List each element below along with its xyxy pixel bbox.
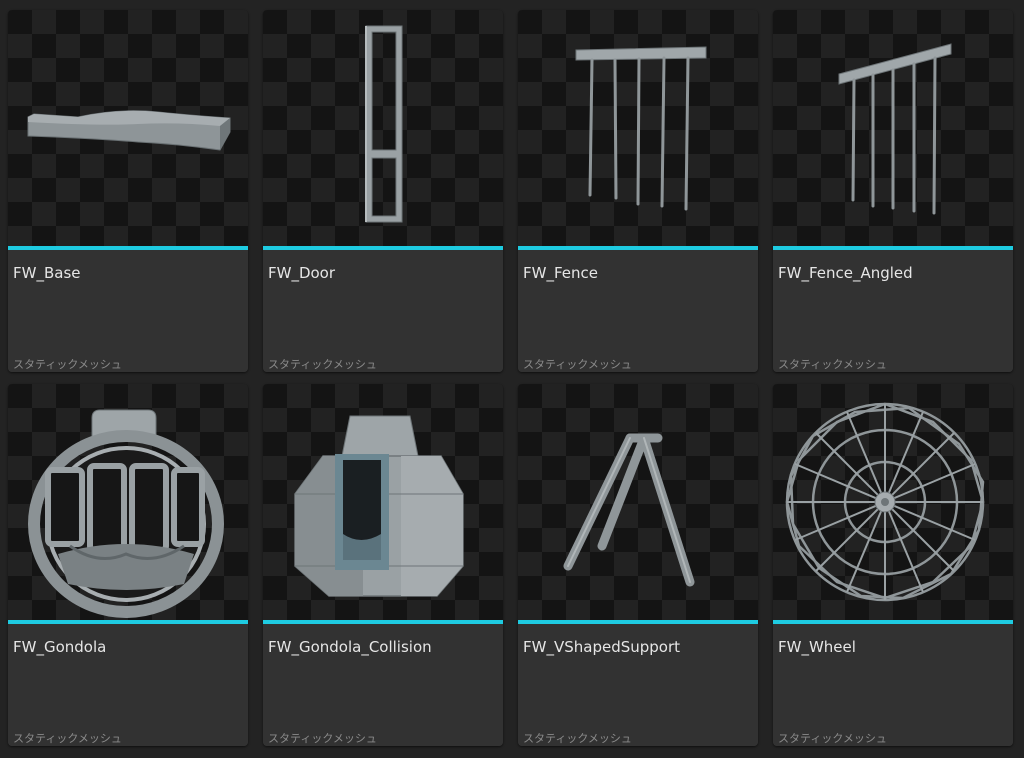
gondola-collision-mesh-icon — [294, 415, 464, 597]
asset-thumbnail — [518, 10, 758, 246]
asset-name: FW_Base — [13, 264, 81, 282]
asset-info: FW_Gondola スタティックメッシュ — [8, 624, 248, 746]
asset-info: FW_Fence_Angled スタティックメッシュ — [773, 250, 1013, 372]
asset-name: FW_Gondola — [13, 638, 107, 656]
asset-info: FW_Base スタティックメッシュ — [8, 250, 248, 372]
curved-base-mesh-icon — [27, 110, 231, 151]
asset-thumbnail — [263, 384, 503, 620]
fence-mesh-icon — [575, 46, 707, 211]
asset-type: スタティックメッシュ — [523, 358, 632, 371]
asset-tile-fw-gondola[interactable]: FW_Gondola スタティックメッシュ — [8, 384, 248, 746]
asset-type: スタティックメッシュ — [778, 732, 887, 745]
asset-info: FW_Door スタティックメッシュ — [263, 250, 503, 372]
asset-info: FW_Fence スタティックメッシュ — [518, 250, 758, 372]
asset-tile-fw-fence[interactable]: FW_Fence スタティックメッシュ — [518, 10, 758, 372]
asset-type: スタティックメッシュ — [13, 358, 122, 371]
asset-type: スタティックメッシュ — [13, 732, 122, 745]
asset-thumbnail — [773, 384, 1013, 620]
asset-thumbnail — [8, 10, 248, 246]
asset-tile-fw-wheel[interactable]: FW_Wheel スタティックメッシュ — [773, 384, 1013, 746]
asset-name: FW_Wheel — [778, 638, 856, 656]
asset-grid: FW_Base スタティックメッシュ FW_Door スタティックメッシュ FW… — [0, 0, 1024, 758]
gondola-mesh-icon — [28, 409, 224, 618]
asset-thumbnail — [8, 384, 248, 620]
door-frame-mesh-icon — [365, 25, 403, 223]
asset-info: FW_Gondola_Collision スタティックメッシュ — [263, 624, 503, 746]
asset-thumbnail — [518, 384, 758, 620]
asset-tile-fw-vshapedsupport[interactable]: FW_VShapedSupport スタティックメッシュ — [518, 384, 758, 746]
asset-tile-fw-gondola-collision[interactable]: FW_Gondola_Collision スタティックメッシュ — [263, 384, 503, 746]
asset-name: FW_VShapedSupport — [523, 638, 681, 656]
asset-type: スタティックメッシュ — [268, 358, 377, 371]
asset-tile-fw-base[interactable]: FW_Base スタティックメッシュ — [8, 10, 248, 372]
asset-name: FW_Door — [268, 264, 336, 282]
asset-info: FW_VShapedSupport スタティックメッシュ — [518, 624, 758, 746]
asset-tile-fw-fence-angled[interactable]: FW_Fence_Angled スタティックメッシュ — [773, 10, 1013, 372]
asset-thumbnail — [773, 10, 1013, 246]
asset-name: FW_Fence — [523, 264, 598, 282]
asset-type: スタティックメッシュ — [523, 732, 632, 745]
asset-tile-fw-door[interactable]: FW_Door スタティックメッシュ — [263, 10, 503, 372]
asset-thumbnail — [263, 10, 503, 246]
angled-fence-mesh-icon — [838, 43, 952, 215]
asset-name: FW_Gondola_Collision — [268, 638, 432, 656]
asset-type: スタティックメッシュ — [268, 732, 377, 745]
asset-info: FW_Wheel スタティックメッシュ — [773, 624, 1013, 746]
ferris-wheel-mesh-icon — [785, 402, 985, 602]
asset-type: スタティックメッシュ — [778, 358, 887, 371]
v-support-mesh-icon — [563, 433, 695, 587]
asset-name: FW_Fence_Angled — [778, 264, 913, 282]
